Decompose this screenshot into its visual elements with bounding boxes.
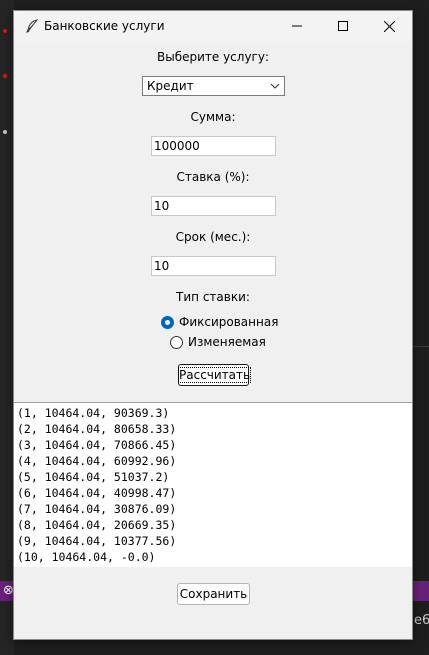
title-bar[interactable]: Банковские услуги [14, 11, 412, 41]
result-line: (9, 10464.04, 10377.56) [17, 534, 177, 548]
term-input[interactable]: 10 [151, 256, 276, 276]
radio-fixed-label: Фиксированная [179, 315, 279, 329]
radio-unselected-indicator[interactable] [170, 335, 183, 349]
radio-fixed[interactable]: Фиксированная [161, 315, 278, 329]
amount-input[interactable]: 100000 [151, 136, 276, 156]
calculate-button-label: Рассчитать [177, 367, 252, 383]
gutter-marker [3, 130, 7, 134]
maximize-icon [338, 21, 348, 31]
result-line: (7, 10464.04, 30876.09) [17, 502, 177, 516]
maximize-button[interactable] [320, 11, 366, 41]
background-editor-strip [0, 0, 14, 655]
amount-label: Сумма: [190, 110, 236, 124]
save-button-label: Сохранить [179, 587, 248, 601]
rate-type-label: Тип ставки: [176, 290, 250, 304]
service-select-value: Кредит [147, 79, 194, 93]
result-line: (2, 10464.04, 80658.33) [17, 422, 177, 436]
feather-icon [26, 19, 39, 33]
minimize-button[interactable] [274, 11, 320, 41]
results-textbox[interactable]: (1, 10464.04, 90369.3) (2, 10464.04, 806… [14, 402, 412, 567]
rate-input[interactable]: 10 [151, 196, 276, 216]
close-icon [383, 20, 395, 32]
radio-selected-indicator[interactable] [161, 315, 174, 329]
service-label: Выберите услугу: [156, 50, 269, 64]
minimize-icon [292, 25, 302, 27]
close-button[interactable] [366, 11, 412, 41]
term-label: Срок (мес.): [175, 230, 251, 244]
error-marker [3, 74, 7, 78]
window-title: Банковские услуги [44, 19, 165, 33]
result-line: (5, 10464.04, 51037.2) [17, 470, 170, 484]
result-line: (3, 10464.04, 70866.45) [17, 438, 177, 452]
radio-variable[interactable]: Изменяемая [170, 335, 266, 349]
result-line: (8, 10464.04, 20669.35) [17, 518, 177, 532]
result-line: (6, 10464.04, 40998.47) [17, 486, 177, 500]
calculate-button[interactable]: Рассчитать [177, 364, 252, 386]
error-marker [3, 29, 7, 33]
chevron-down-icon [270, 83, 280, 89]
radio-variable-label: Изменяемая [188, 335, 266, 349]
result-line: (10, 10464.04, -0.0) [17, 550, 156, 564]
rate-label: Ставка (%): [176, 170, 250, 184]
background-editor-panel [413, 0, 429, 655]
service-select[interactable]: Кредит [142, 76, 285, 96]
background-editor-text: е6 [414, 613, 429, 628]
result-line: (1, 10464.04, 90369.3) [17, 406, 170, 420]
result-line: (4, 10464.04, 60992.96) [17, 454, 177, 468]
app-window: Банковские услуги Выберите услугу: Креди… [13, 10, 413, 640]
background-divider [413, 346, 429, 347]
save-button[interactable]: Сохранить [177, 583, 250, 605]
